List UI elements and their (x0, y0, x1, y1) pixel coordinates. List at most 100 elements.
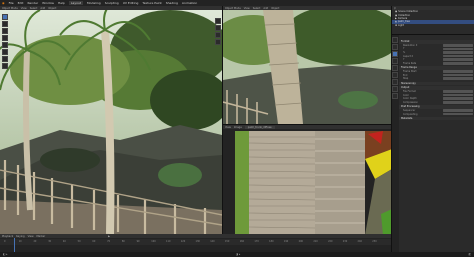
object-tab-icon[interactable] (392, 79, 398, 85)
image-menu-image[interactable]: Image (234, 126, 242, 129)
menu-file[interactable]: File (9, 1, 14, 5)
image-name-field[interactable]: palm_trunk_diffuse (244, 125, 275, 129)
frame-number: 120 (180, 240, 186, 243)
status-hint-context: ◩ (468, 253, 471, 256)
menu-view[interactable]: View (21, 7, 27, 10)
playhead[interactable] (14, 238, 15, 252)
property-row[interactable]: Compression (399, 101, 474, 105)
move-tool[interactable] (2, 28, 8, 34)
world-tab-icon[interactable] (392, 72, 398, 78)
workspace-tab-layout[interactable]: Layout (68, 1, 84, 5)
property-row[interactable]: Step (399, 77, 474, 81)
properties-tab-column (392, 35, 399, 253)
mode-selector[interactable]: Object Mode (2, 7, 18, 10)
timeline-menu-playback[interactable]: Playback (2, 235, 13, 238)
menu-select[interactable]: Select (30, 7, 38, 10)
frame-number: 250 (372, 240, 377, 243)
scale-tool[interactable] (2, 42, 8, 48)
menu-window[interactable]: Window (42, 1, 54, 5)
output-tab-icon[interactable] (392, 51, 398, 57)
workspace-tab-animation[interactable]: Animation (182, 1, 197, 5)
frame-number: 30 (48, 240, 52, 243)
tool-shelf (2, 14, 8, 70)
main-3d-viewport[interactable]: Object Mode View Select Add Object (0, 6, 222, 234)
menu-help[interactable]: Help (58, 1, 65, 5)
measure-tool[interactable] (2, 63, 8, 69)
timeline-header: Playback Keying View Marker ▶ (0, 234, 391, 238)
menu-edit[interactable]: Edit (18, 1, 24, 5)
scene-render (0, 10, 222, 234)
frame-number: 220 (328, 240, 333, 243)
image-editor[interactable]: View Image palm_trunk_diffuse (222, 124, 392, 235)
play-button[interactable]: ▶ (108, 235, 110, 238)
frame-number: 110 (166, 240, 171, 243)
timeline[interactable]: Playback Keying View Marker ▶ 0 10 20 30 40 5… (0, 234, 391, 252)
outliner-label: Light (398, 23, 404, 27)
menu-object[interactable]: Object (48, 7, 56, 10)
render-tab-icon[interactable] (392, 44, 398, 50)
properties-editor: Format Resolution X Y % Aspect X Y Frame… (391, 34, 474, 253)
frame-number: 150 (224, 240, 230, 243)
section-header[interactable]: Metadata (399, 116, 474, 121)
frame-number: 130 (195, 240, 200, 243)
frame-number: 240 (357, 240, 362, 243)
blender-logo-icon[interactable]: ◉ (2, 1, 5, 5)
material-tab-icon[interactable] (392, 93, 398, 99)
frame-number: 100 (151, 240, 156, 243)
texture-image (223, 129, 392, 235)
frame-number: 10 (18, 240, 22, 243)
frame-number: 0 (4, 240, 6, 243)
timeline-menu-marker[interactable]: Marker (37, 235, 46, 238)
frame-number: 60 (92, 240, 96, 243)
frame-number: 210 (313, 240, 318, 243)
annotate-tool[interactable] (2, 56, 8, 62)
workspace-tab-modeling[interactable]: Modeling (87, 1, 101, 5)
cursor-tool[interactable] (2, 21, 8, 27)
outliner: ⚲ ▣ Scene Collection ▣ Collection ▶ Camera … (391, 6, 474, 34)
workspace-tab-sculpting[interactable]: Sculpting (105, 1, 119, 5)
workspace-tab-shading[interactable]: Shading (166, 1, 178, 5)
select-box-tool[interactable] (2, 14, 8, 20)
timeline-menu-view[interactable]: View (28, 235, 34, 238)
menu-add[interactable]: Add (40, 7, 45, 10)
outliner-row[interactable]: ✺ Light (392, 24, 474, 27)
camera-menu-object[interactable]: Object (271, 7, 279, 10)
pan-icon[interactable] (215, 25, 221, 31)
property-row[interactable]: Frame Rate (399, 62, 474, 66)
property-row[interactable]: Compositing (399, 112, 474, 116)
camera-viewport[interactable]: Object Mode View Select Add Object (222, 6, 392, 124)
status-bar: ◧ ▸ ◨ ▸ ◩ (0, 252, 474, 257)
frame-number: 160 (239, 240, 245, 243)
rotate-tool[interactable] (2, 35, 8, 41)
frame-ruler: 0 10 20 30 40 50 60 70 80 90 100 110 120 130 140 150 160… (0, 239, 391, 245)
section-header[interactable]: Stereoscopy (399, 81, 474, 86)
frame-number: 190 (283, 240, 289, 243)
camera-view-icon[interactable] (215, 32, 221, 38)
workspace-tab-uv-editing[interactable]: UV Editing (123, 1, 139, 5)
scene-tab-icon[interactable] (392, 65, 398, 71)
frame-number: 80 (121, 240, 125, 243)
camera-mode-selector[interactable]: Object Mode (225, 7, 241, 10)
frame-number: 70 (107, 240, 111, 243)
workspace-tab-texture-paint[interactable]: Texture Paint (142, 1, 161, 5)
frame-number: 180 (269, 240, 274, 243)
camera-render (223, 10, 392, 124)
outliner-filter-icon[interactable]: ⚲ (394, 7, 396, 10)
camera-menu-add[interactable]: Add (263, 7, 268, 10)
view-layer-tab-icon[interactable] (392, 58, 398, 64)
frame-number: 170 (254, 240, 259, 243)
frame-number: 230 (342, 240, 348, 243)
timeline-menu-keying[interactable]: Keying (16, 235, 24, 238)
frame-number: 140 (210, 240, 215, 243)
zoom-icon[interactable] (215, 18, 221, 24)
transform-tool[interactable] (2, 49, 8, 55)
tool-tab-icon[interactable] (392, 37, 398, 43)
status-hint-pan: ◨ ▸ (235, 253, 241, 256)
menu-render[interactable]: Render (27, 1, 38, 5)
frame-number: 20 (33, 240, 37, 243)
camera-menu-view[interactable]: View (244, 7, 250, 10)
modifier-tab-icon[interactable] (392, 86, 398, 92)
image-menu-view[interactable]: View (225, 126, 231, 129)
camera-menu-select[interactable]: Select (253, 7, 261, 10)
perspective-toggle-icon[interactable] (215, 39, 221, 45)
